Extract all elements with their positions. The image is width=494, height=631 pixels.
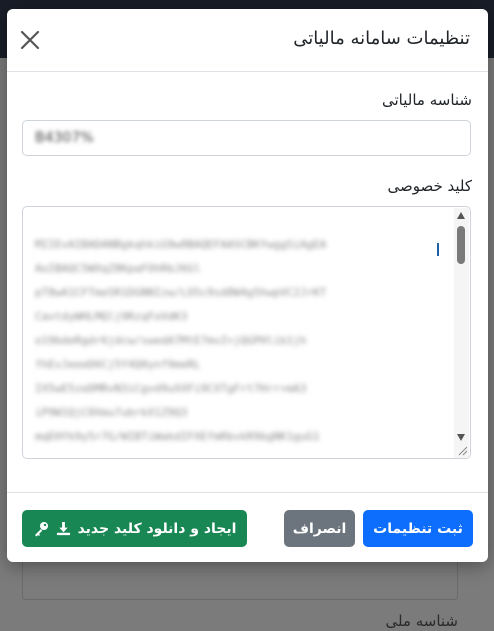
close-button[interactable]: [19, 29, 41, 51]
scroll-up-arrow-icon[interactable]: [457, 212, 465, 219]
private-key-line: CavtdyWHLMQlj9RzqFoVdK3: [35, 310, 188, 323]
cancel-button[interactable]: انصراف: [284, 510, 355, 547]
private-key-line: pT8wA1CFTmeSR1DGNNIzw/LO5c9sd8W4g5hwpVC2…: [35, 286, 327, 299]
modal-title: تنظیمات سامانه مالیاتی: [293, 28, 470, 49]
download-icon: [56, 521, 71, 536]
generate-download-key-button[interactable]: ایجاد و دانلود کلید جدید: [22, 510, 247, 547]
private-key-label: کلید خصوصی: [387, 177, 472, 195]
key-icon: [33, 521, 49, 537]
private-key-line: iP9W1QjC0Xmu7ubrkX1Z9Q3: [35, 406, 188, 419]
close-icon: [20, 30, 40, 50]
textarea-scrollbar[interactable]: [454, 208, 469, 458]
tax-settings-modal: تنظیمات سامانه مالیاتی شناسه مالیاتی B43…: [7, 9, 488, 562]
resize-grip-icon[interactable]: [456, 444, 468, 456]
private-key-line: AoIBAQC5WXqZ8KpaFOhRbJ6Gl: [35, 262, 201, 275]
private-key-line: o19bdeRgdr6jdcw/swedA7MtE7mvZ+jQGPHlib1j…: [35, 334, 307, 347]
private-key-line: mqEHYk9y5r7G/WIBTiWakdIFXEfmRbvkR9bgNK1g…: [35, 430, 320, 443]
private-key-content: MIIEvAIBADANBgkqhkiG9w0BAQEFAASCBKYwggSi…: [35, 233, 435, 449]
modal-header: تنظیمات سامانه مالیاتی: [7, 9, 488, 72]
private-key-line: MIIEvAIBADANBgkqhkiG9w0BAQEFAASCBKYwggSi…: [35, 238, 327, 251]
background-national-id-label: شناسه ملی: [385, 612, 458, 630]
private-key-line: fhEvJeeeD6Cj5Y4Q0ynf9meRL: [35, 358, 201, 371]
scroll-down-arrow-icon[interactable]: [457, 434, 465, 441]
scrollbar-thumb[interactable]: [457, 226, 465, 264]
private-key-line: IX5wE5zeDMRvN3iCgvd9uXXFi9CXTgFrt7Hrr+mA…: [35, 382, 307, 395]
tax-id-label: شناسه مالیاتی: [382, 91, 472, 109]
modal-footer: ثبت تنظیمات انصراف ایجاد و دانلود کلید ج…: [7, 492, 488, 562]
private-key-textarea[interactable]: MIIEvAIBADANBgkqhkiG9w0BAQEFAASCBKYwggSi…: [22, 206, 471, 459]
tax-id-value: B4307%: [35, 130, 94, 146]
save-settings-button[interactable]: ثبت تنظیمات: [363, 510, 473, 547]
generate-key-label: ایجاد و دانلود کلید جدید: [77, 520, 237, 537]
tax-id-input[interactable]: B4307%: [22, 120, 471, 156]
text-caret: [437, 243, 439, 256]
